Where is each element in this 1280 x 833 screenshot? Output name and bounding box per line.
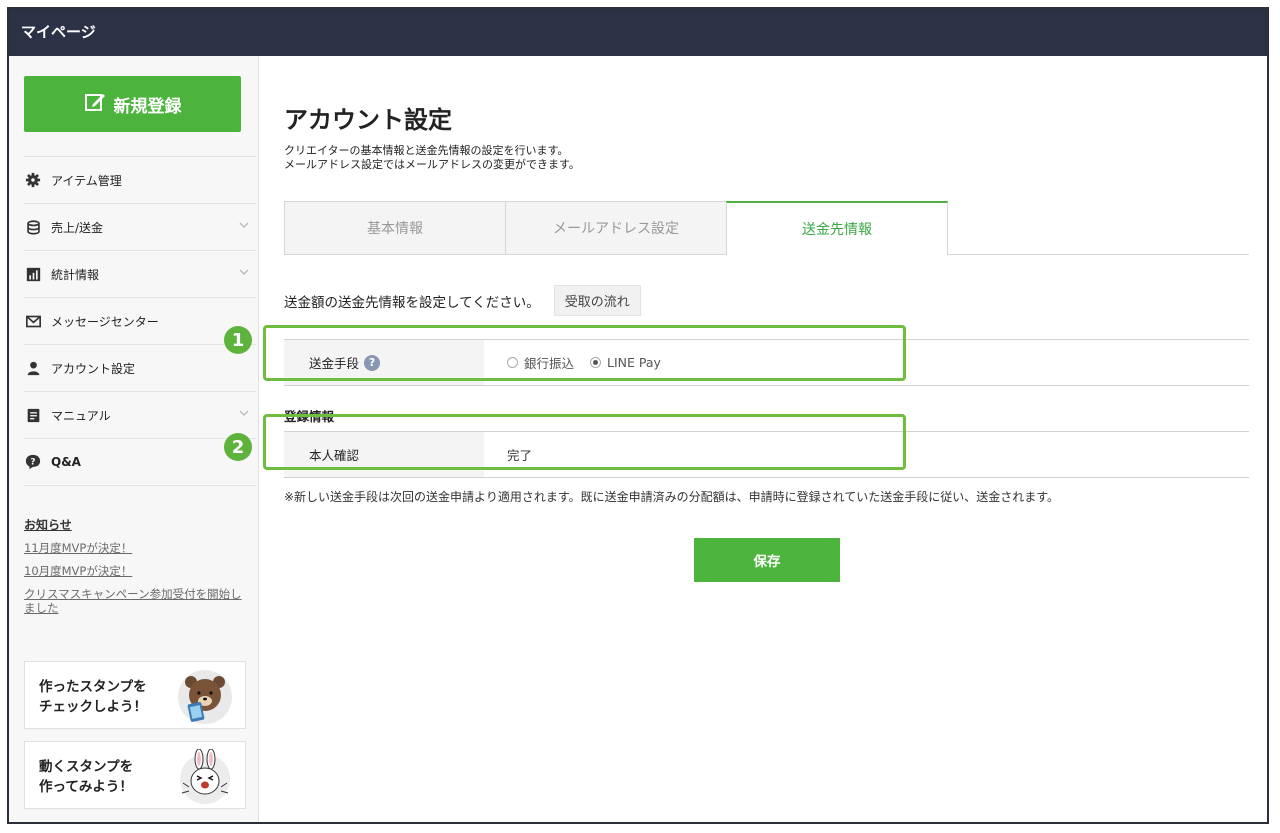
sidebar-item-statistics[interactable]: 統計情報 [24,250,256,297]
new-registration-button[interactable]: 新規登録 [24,76,241,132]
rabbit-character-image [177,748,233,805]
top-bar: マイページ [9,9,1267,56]
question-bubble-icon: ? [24,453,42,471]
callout-number-1: 1 [224,326,252,354]
database-icon [24,218,42,236]
sidebar-item-label: 統計情報 [51,267,100,282]
sidebar-item-items[interactable]: アイテム管理 [24,156,256,203]
sidebar-item-label: アイテム管理 [51,173,122,188]
page-description: クリエイターの基本情報と送金先情報の設定を行います。 メールアドレス設定ではメー… [284,144,580,172]
description-line: クリエイターの基本情報と送金先情報の設定を行います。 [284,144,569,157]
new-registration-label: 新規登録 [113,96,182,117]
page-title: アカウント設定 [284,106,452,134]
receipt-flow-button[interactable]: 受取の流れ [553,285,641,316]
sidebar-item-label: アカウント設定 [51,361,136,376]
tab-basic-info[interactable]: 基本情報 [284,201,506,254]
gear-icon [24,171,42,189]
sidebar: 新規登録 アイテム管理 売上/送金 統計情報 メッセージセンター アカウント設定… [9,56,259,822]
check-stamps-banner[interactable]: 作ったスタンプを チェックしよう！ [24,661,246,729]
callout-number-2: 2 [224,433,252,461]
envelope-icon [24,312,42,330]
sidebar-item-label: メッセージセンター [51,314,159,329]
chevron-down-icon [238,219,250,231]
instruction-row: 送金額の送金先情報を設定してください。 受取の流れ [284,285,641,316]
sidebar-item-messages[interactable]: メッセージセンター [24,297,256,344]
remittance-note: ※新しい送金手段は次回の送金申請より適用されます。既に送金申請済みの分配額は、申… [284,490,1060,504]
sidebar-item-account[interactable]: アカウント設定 [24,344,256,391]
callout-box-1 [263,325,906,381]
banner-text-line: 作ってみよう！ [39,779,133,795]
instruction-text: 送金額の送金先情報を設定してください。 [284,294,540,311]
description-line: メールアドレス設定ではメールアドレスの変更ができます。 [284,158,580,171]
callout-box-2 [263,414,906,470]
news-link[interactable]: クリスマスキャンペーン参加受付を開始しました [24,587,246,615]
news-title: お知らせ [24,518,72,532]
tab-email-settings[interactable]: メールアドレス設定 [505,201,727,254]
save-button[interactable]: 保存 [694,538,840,582]
sidebar-item-qa[interactable]: ? Q&A [24,438,256,486]
banner-text-line: チェックしよう！ [39,699,147,715]
document-icon [24,406,42,424]
chevron-down-icon [238,266,250,278]
sidebar-item-label: Q&A [51,455,81,469]
news-link[interactable]: 11月度MVPが決定！ [24,541,246,555]
sidebar-item-sales[interactable]: 売上/送金 [24,203,256,250]
news-link[interactable]: 10月度MVPが決定！ [24,564,246,578]
banner-text-line: 作ったスタンプを [39,679,147,695]
news-section: お知らせ 11月度MVPが決定！ 10月度MVPが決定！ クリスマスキャンペーン… [24,516,246,624]
edit-icon [84,91,106,118]
banner-text-line: 動くスタンプを [39,759,134,775]
sidebar-menu: アイテム管理 売上/送金 統計情報 メッセージセンター アカウント設定 マニュア… [24,156,256,486]
sidebar-item-manual[interactable]: マニュアル [24,391,256,438]
svg-text:?: ? [30,458,35,468]
animated-stamps-banner[interactable]: 動くスタンプを 作ってみよう！ [24,741,246,809]
tab-remittance-info[interactable]: 送金先情報 [726,201,948,255]
bar-chart-icon [24,265,42,283]
sidebar-item-label: マニュアル [51,408,111,423]
bear-character-image [177,669,233,725]
settings-tabs: 基本情報 メールアドレス設定 送金先情報 [284,201,1249,255]
chevron-down-icon [238,407,250,419]
sidebar-item-label: 売上/送金 [51,220,104,235]
app-title: マイページ [21,23,96,41]
person-icon [24,359,42,377]
